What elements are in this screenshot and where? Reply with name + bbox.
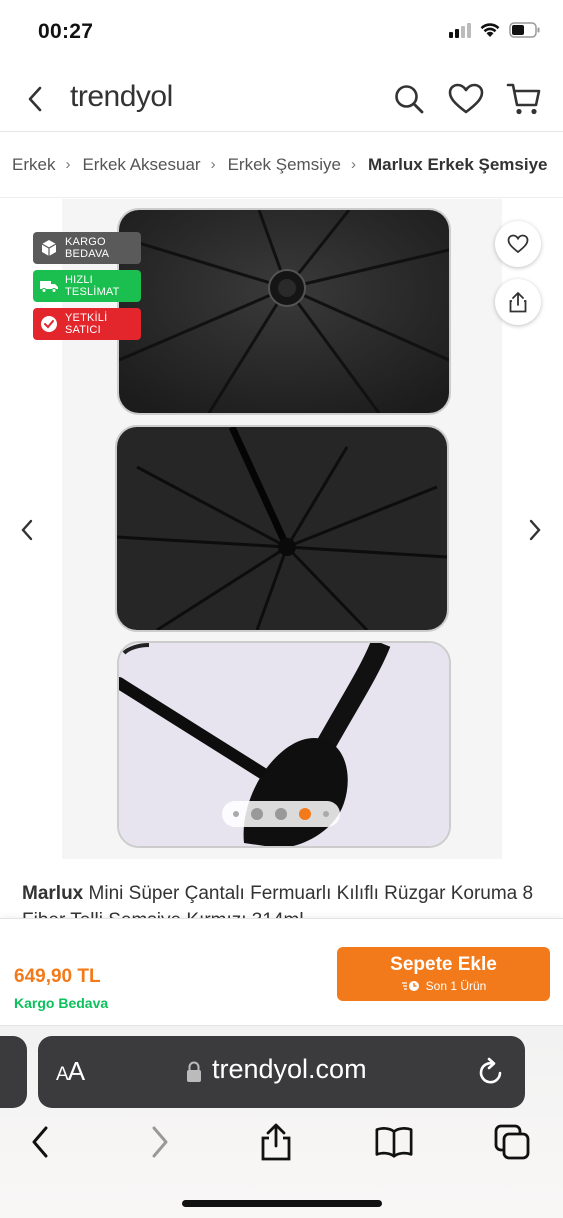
pagination-dot[interactable] <box>251 808 263 820</box>
product-photo-underside <box>115 425 449 632</box>
badge-text: SATICI <box>65 324 101 336</box>
search-icon <box>395 85 424 114</box>
url-text[interactable]: trendyol.com <box>212 1054 367 1085</box>
bookmarks-button[interactable] <box>374 1122 414 1162</box>
badge-text: BEDAVA <box>65 248 110 260</box>
browser-back-button[interactable] <box>20 1122 60 1162</box>
status-time: 00:27 <box>38 20 94 43</box>
cart-icon <box>506 83 541 115</box>
browser-toolbar: AA trendyol.com <box>0 1026 563 1218</box>
tabs-button[interactable] <box>492 1122 532 1162</box>
free-shipping-label: Kargo Bedava <box>14 995 109 1011</box>
previous-tab-preview[interactable] <box>0 1036 27 1108</box>
add-to-cart-button[interactable]: Sepete Ekle Son 1 Ürün <box>337 947 550 1001</box>
share-icon <box>509 292 527 313</box>
chevron-left-icon <box>28 86 42 112</box>
wifi-icon <box>479 22 501 38</box>
heart-icon <box>448 83 484 114</box>
product-brand[interactable]: Marlux <box>22 883 83 904</box>
badge-fast-delivery: HIZLI TESLİMAT <box>33 270 141 302</box>
share-product-button[interactable] <box>495 279 541 325</box>
badge-list: KARGO BEDAVA HIZLI TESLİMAT YETKİLİ SATICI <box>33 232 141 340</box>
book-icon <box>375 1127 413 1158</box>
breadcrumb-item-current[interactable]: Marlux Erkek Şemsiye <box>368 155 548 175</box>
chevron-right-icon <box>152 1126 168 1158</box>
gallery-prev-button[interactable] <box>12 515 42 545</box>
pagination-dot[interactable] <box>275 808 287 820</box>
badge-text: HIZLI <box>65 274 93 286</box>
heart-icon <box>507 234 529 254</box>
breadcrumb-item[interactable]: Erkek Şemsiye <box>228 155 341 175</box>
stock-warning-text: Son 1 Ürün <box>425 979 487 993</box>
browser-share-button[interactable] <box>256 1122 296 1162</box>
favorites-button[interactable] <box>447 80 485 118</box>
lock-icon <box>186 1061 202 1088</box>
search-button[interactable] <box>390 80 428 118</box>
reload-icon <box>479 1057 502 1084</box>
product-name: Mini Süper Çantalı Fermuarlı Kılıflı Rüz… <box>22 883 534 918</box>
chevron-left-icon <box>21 519 33 541</box>
reader-settings-button[interactable]: AA <box>56 1056 85 1087</box>
product-photo-top <box>117 208 451 415</box>
breadcrumb-item[interactable]: Erkek <box>12 155 55 175</box>
pagination-dot[interactable] <box>233 811 239 817</box>
gallery-pagination <box>222 801 340 827</box>
chevron-right-icon: › <box>65 156 71 173</box>
add-to-cart-bar: 649,90 TL Kargo Bedava Sepete Ekle Son 1… <box>0 918 563 1026</box>
product-gallery[interactable]: KARGO BEDAVA HIZLI TESLİMAT YETKİLİ SATICI <box>0 199 563 859</box>
chevron-right-icon: › <box>210 156 216 173</box>
address-bar[interactable]: AA trendyol.com <box>38 1036 525 1108</box>
status-bar: 00:27 <box>0 0 563 66</box>
badge-text: TESLİMAT <box>65 286 120 298</box>
breadcrumb-item[interactable]: Erkek Aksesuar <box>82 155 200 175</box>
badge-free-shipping: KARGO BEDAVA <box>33 232 141 264</box>
tabs-icon <box>494 1124 530 1160</box>
product-price: 649,90 TL <box>14 966 101 987</box>
stock-clock-icon <box>401 981 419 991</box>
truck-icon <box>39 276 59 296</box>
status-icons <box>449 22 541 38</box>
chevron-left-icon <box>32 1126 48 1158</box>
browser-forward-button[interactable] <box>140 1122 180 1162</box>
product-title: Marlux Mini Süper Çantalı Fermuarlı Kılı… <box>22 880 542 918</box>
share-icon <box>261 1123 291 1161</box>
check-seal-icon <box>39 314 59 334</box>
app-header: trendyol <box>0 66 563 132</box>
chevron-right-icon: › <box>350 156 356 173</box>
pagination-dot-active[interactable] <box>299 808 311 820</box>
trendyol-logo[interactable]: trendyol <box>70 80 173 114</box>
chevron-right-icon <box>529 519 541 541</box>
cellular-signal-icon <box>449 22 471 38</box>
badge-authorized-seller: YETKİLİ SATICI <box>33 308 141 340</box>
badge-text: KARGO <box>65 236 106 248</box>
back-button[interactable] <box>18 82 52 116</box>
box-icon <box>39 238 59 258</box>
badge-text: YETKİLİ <box>65 312 108 324</box>
home-indicator <box>182 1200 382 1207</box>
reload-button[interactable] <box>477 1056 505 1091</box>
battery-icon <box>509 22 541 38</box>
favorite-product-button[interactable] <box>495 221 541 267</box>
gallery-next-button[interactable] <box>520 515 550 545</box>
breadcrumb: Erkek › Erkek Aksesuar › Erkek Şemsiye ›… <box>0 132 563 198</box>
add-to-cart-label: Sepete Ekle <box>390 954 497 975</box>
pagination-dot[interactable] <box>323 811 329 817</box>
cart-button[interactable] <box>505 80 543 118</box>
